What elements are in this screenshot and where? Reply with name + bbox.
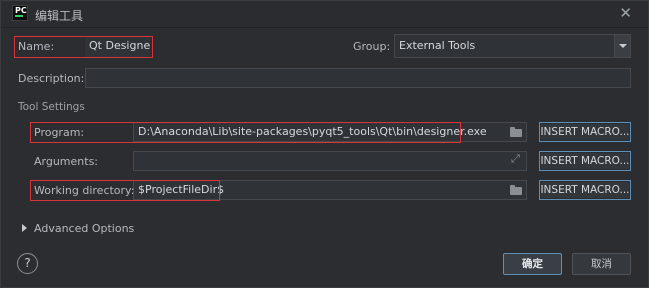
program-label: Program: bbox=[34, 126, 85, 139]
group-select-value: External Tools bbox=[399, 39, 476, 52]
insert-macro-arguments-button[interactable]: INSERT MACRO... bbox=[539, 151, 631, 171]
name-label: Name: bbox=[18, 40, 55, 53]
close-icon[interactable]: ✕ bbox=[619, 4, 632, 22]
chevron-down-icon[interactable] bbox=[614, 35, 630, 57]
folder-icon[interactable] bbox=[510, 127, 522, 137]
title-bar: PC 编辑工具 ✕ bbox=[1, 1, 648, 28]
arguments-input[interactable] bbox=[133, 151, 527, 171]
help-button[interactable]: ? bbox=[17, 253, 38, 274]
window-title: 编辑工具 bbox=[35, 9, 84, 23]
ok-button[interactable]: 确定 bbox=[503, 253, 562, 275]
cancel-button[interactable]: 取消 bbox=[572, 253, 631, 275]
name-input[interactable]: Qt Designer bbox=[85, 37, 150, 57]
description-input[interactable] bbox=[85, 68, 631, 88]
program-highlight-box bbox=[30, 122, 461, 143]
expand-arrow-icon[interactable] bbox=[22, 224, 27, 232]
group-label: Group: bbox=[353, 40, 391, 53]
edit-tool-dialog: PC 编辑工具 ✕ Name: Qt Designer Group: Exter… bbox=[0, 0, 649, 288]
expand-icon[interactable]: ⤢ bbox=[511, 152, 520, 166]
tool-settings-title: Tool Settings bbox=[18, 101, 85, 113]
insert-macro-program-button[interactable]: INSERT MACRO... bbox=[539, 122, 631, 142]
folder-icon[interactable] bbox=[510, 185, 522, 195]
arguments-label: Arguments: bbox=[34, 155, 99, 168]
insert-macro-working-directory-button[interactable]: INSERT MACRO... bbox=[539, 180, 631, 200]
working-directory-label: Working directory: bbox=[34, 184, 135, 197]
description-label: Description: bbox=[18, 72, 85, 85]
advanced-options-toggle[interactable]: Advanced Options bbox=[34, 222, 134, 235]
pycharm-logo-icon: PC bbox=[12, 5, 28, 21]
group-select[interactable]: External Tools bbox=[394, 34, 631, 58]
